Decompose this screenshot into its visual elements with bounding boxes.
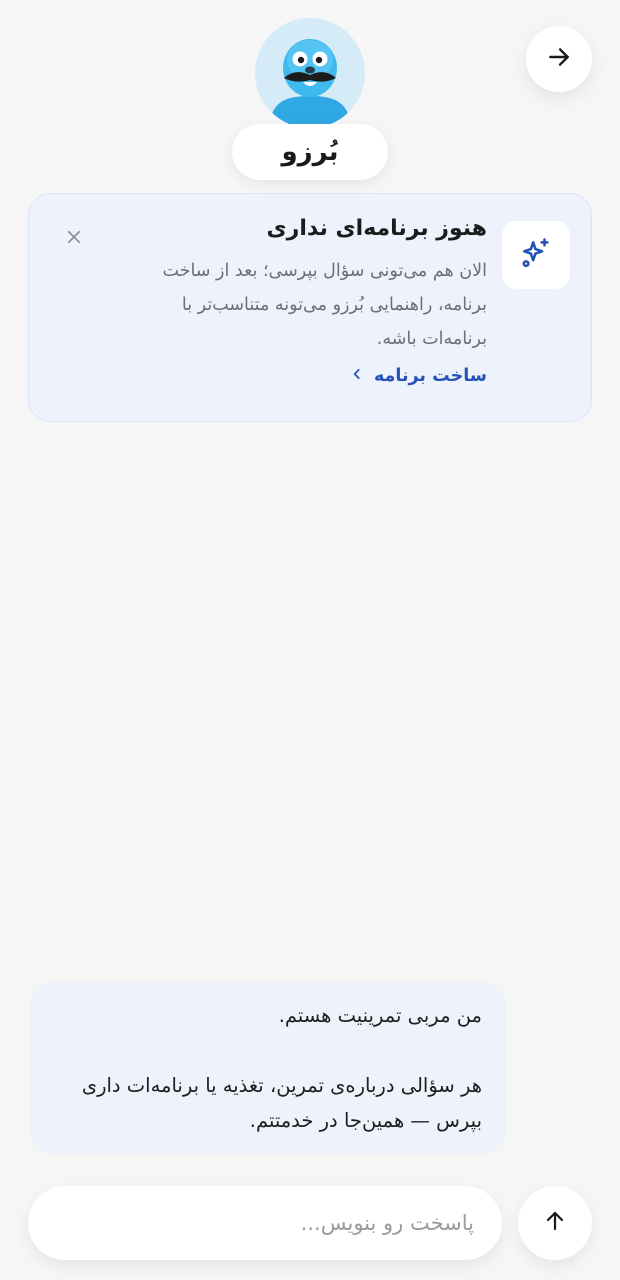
- message-line: من مربی تمرینیت هستم.: [278, 1004, 482, 1027]
- card-icon-container: [502, 221, 570, 289]
- bot-message-bubble: من مربی تمرینیت هستم. هر سؤالی درباره‌ی …: [30, 982, 506, 1154]
- card-description: الان هم می‌تونی سؤال بپرسی؛ بعد از ساخت …: [162, 261, 487, 349]
- bot-name-badge: بُرزو: [232, 124, 388, 180]
- create-plan-label: ساخت برنامه: [373, 366, 487, 386]
- back-button[interactable]: [526, 26, 592, 92]
- close-card-button[interactable]: [63, 228, 85, 250]
- create-plan-link[interactable]: ساخت برنامه: [350, 366, 487, 386]
- avatar: [255, 18, 365, 128]
- message-input-container: [28, 1186, 502, 1260]
- arrow-up-icon: [543, 1209, 567, 1237]
- bot-name: بُرزو: [281, 137, 339, 167]
- card-title: هنوز برنامه‌ای نداری: [266, 216, 487, 241]
- message-input[interactable]: [28, 1186, 502, 1260]
- no-plan-card: هنوز برنامه‌ای نداری الان هم می‌تونی سؤا…: [28, 193, 592, 422]
- arrow-right-icon: [546, 44, 572, 74]
- sparkles-icon: [519, 236, 553, 274]
- chevron-left-icon: [350, 366, 364, 386]
- close-icon: [65, 228, 83, 250]
- send-button[interactable]: [518, 1186, 592, 1260]
- message-line: هر سؤالی درباره‌ی تمرین، تغذیه یا برنامه…: [81, 1074, 482, 1132]
